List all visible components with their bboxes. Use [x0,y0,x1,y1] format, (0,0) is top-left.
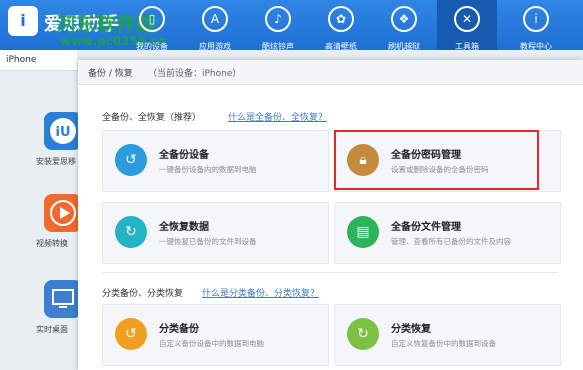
dialog-subtitle: （当前设备：iPhone） [148,69,242,79]
card-title: 全恢复数据 [159,222,209,233]
card-desc: 一键备份设备内的数据到电脑 [159,165,257,174]
nav-flash-jailbreak[interactable]: ❖ 刷机越狱 [374,0,434,51]
svg-text:iU: iU [55,125,70,140]
sidebar-app-install[interactable]: iU [44,112,82,150]
device-tab-label: iPhone [6,55,37,65]
card-title: 分类备份 [159,324,199,335]
dialog-header: 备份 / 恢复 （当前设备：iPhone） [78,60,583,85]
card-full-backup[interactable]: ↺ 全备份设备 一键备份设备内的数据到电脑 [102,130,329,192]
card-desc: 一键恢复已备份的文件到设备 [159,237,257,246]
card-category-backup[interactable]: ↺ 分类备份 自定义备份设备中的数据到电脑 [102,304,329,366]
help-link-full-backup[interactable]: 什么是全备份、全恢复？ [228,110,327,123]
backup-restore-dialog: 备份 / 恢复 （当前设备：iPhone） 全备份、全恢复（推荐） 什么是全备份… [78,60,583,370]
restore-icon: ↻ [115,216,147,248]
dialog-title: 备份 / 恢复 [88,69,133,79]
nav-wallpapers[interactable]: ✿ 高清壁纸 [311,0,371,51]
monitor-icon [52,289,74,308]
nav-my-device[interactable]: ▯ 我的设备 [122,0,182,51]
sidebar-app-label: 视频转换 [36,239,68,248]
nav-label: 高清壁纸 [325,42,357,51]
nav-label: 工具箱 [455,42,479,51]
nav-label: 我的设备 [136,42,168,51]
nav-toolbox[interactable]: ✕ 工具箱 [437,0,497,51]
help-link-category-backup[interactable]: 什么是分类备份、分类恢复？ [202,286,319,299]
card-title: 分类恢复 [391,324,431,335]
card-category-restore[interactable]: ↻ 分类恢复 自定义恢复备份中的数据到设备 [334,304,561,366]
nav-ringtones[interactable]: ♪ 酷炫铃声 [248,0,308,51]
tools-icon: ✕ [454,6,480,32]
card-backup-files[interactable]: ▤ 全备份文件管理 管理、查看所有已备份的文件及内容 [334,202,561,264]
top-bar: i 爱思助手 河东软件园 www.pc0359.cn ▯ 我的设备 A 应用游戏… [0,0,583,51]
section-divider [102,272,558,273]
nav-label: 刷机越狱 [388,42,420,51]
sidebar-app-desktop[interactable] [44,280,82,318]
card-desc: 管理、查看所有已备份的文件及内容 [391,237,511,246]
iu-icon: iU [50,118,76,144]
sidebar-app-label: 实时桌面 [36,325,68,334]
nav-label: 教程中心 [520,42,552,51]
nav-tutorials[interactable]: i 教程中心 [506,0,566,51]
info-icon: i [523,6,549,32]
highlight-box [334,130,539,190]
bell-icon: ♪ [265,6,291,32]
sidebar-app-video[interactable] [44,194,82,232]
nav-apps[interactable]: A 应用游戏 [185,0,245,51]
app-logo: i [8,6,38,36]
flower-icon: ✿ [328,6,354,32]
card-title: 全备份设备 [159,150,209,161]
phone-icon: ▯ [139,6,165,32]
card-full-restore[interactable]: ↻ 全恢复数据 一键恢复已备份的文件到设备 [102,202,329,264]
card-title: 全备份文件管理 [391,222,461,233]
nav-label: 应用游戏 [199,42,231,51]
section-full-backup-label: 全备份、全恢复（推荐） [102,113,202,123]
device-tab[interactable]: iPhone [0,50,77,71]
category-restore-icon: ↻ [347,318,379,350]
nav-label: 酷炫铃声 [262,42,294,51]
section-category-backup-label: 分类备份、分类恢复 [102,289,184,299]
card-desc: 自定义恢复备份中的数据到设备 [391,339,496,348]
backup-icon: ↺ [115,144,147,176]
category-backup-icon: ↺ [115,318,147,350]
video-icon [50,200,76,226]
app-store-icon: A [202,6,228,32]
card-desc: 自定义备份设备中的数据到电脑 [159,339,264,348]
box-icon: ❖ [391,6,417,32]
sidebar-app-label: 安装爱思移 [36,157,76,166]
folder-icon: ▤ [347,216,379,248]
